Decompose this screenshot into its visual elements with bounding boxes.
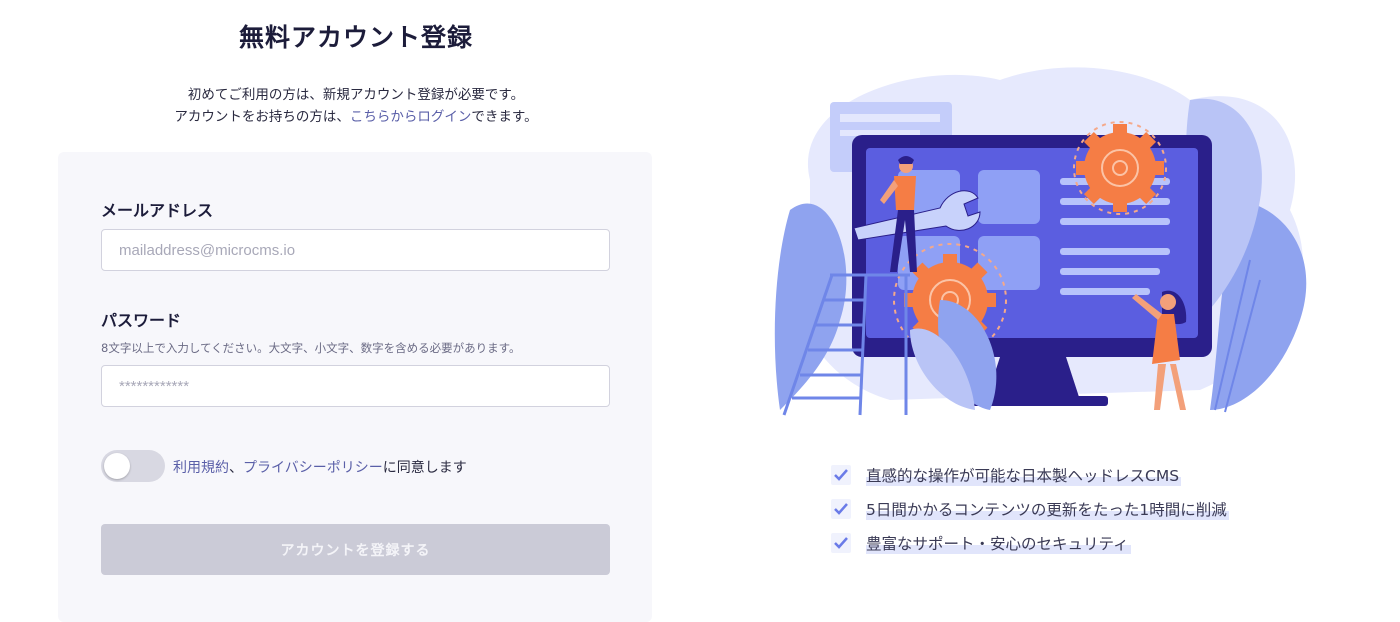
register-account-button[interactable]: アカウントを登録する [101, 524, 610, 575]
floating-window-bar [840, 114, 940, 122]
checkbox-checked-icon [831, 499, 851, 519]
terms-link[interactable]: 利用規約 [173, 460, 229, 476]
monitor-stand [986, 357, 1080, 400]
intro-line-2-prefix: アカウントをお持ちの方は、 [174, 109, 350, 125]
password-label: パスワード [101, 311, 182, 330]
cms-illustration [774, 67, 1307, 416]
terms-agree-toggle[interactable] [101, 450, 165, 482]
email-field[interactable] [101, 229, 610, 271]
login-link[interactable]: こちらからログイン [350, 109, 472, 125]
toggle-knob [104, 453, 130, 479]
screen-line [1060, 288, 1150, 295]
terms-agree-text: 利用規約、プライバシーポリシーに同意します [173, 457, 467, 477]
screen-tile [978, 236, 1040, 290]
intro-text: 初めてご利用の方は、新規アカウント登録が必要です。 アカウントをお持ちの方は、こ… [0, 84, 712, 128]
password-field[interactable] [101, 365, 610, 407]
screen-line [1060, 218, 1170, 225]
signup-form-card: メールアドレス パスワード 8文字以上で入力してください。大文字、小文字、数字を… [58, 152, 652, 622]
left-leaf [774, 203, 847, 410]
feature-item: 豊富なサポート・安心のセキュリティ [830, 526, 1229, 560]
checkbox-checked-icon [831, 533, 851, 553]
feature-item: 直感的な操作が可能な日本製ヘッドレスCMS [830, 458, 1229, 492]
terms-separator: 、 [229, 460, 243, 476]
agree-suffix: に同意します [382, 460, 467, 476]
signup-panel: 無料アカウント登録 初めてご利用の方は、新規アカウント登録が必要です。 アカウン… [0, 0, 712, 622]
screen-line [1060, 248, 1170, 255]
checkbox-checked-icon [831, 465, 851, 485]
intro-line-2-suffix: できます。 [471, 109, 538, 125]
gear-top [1073, 121, 1167, 215]
feature-text: 直感的な操作が可能な日本製ヘッドレスCMS [866, 464, 1182, 486]
feature-item: 5日間かかるコンテンツの更新をたった1時間に削減 [830, 492, 1229, 526]
intro-line-1: 初めてご利用の方は、新規アカウント登録が必要です。 [187, 87, 525, 103]
screen-line [1060, 268, 1160, 275]
intro-line-2: アカウントをお持ちの方は、こちらからログインできます。 [0, 106, 712, 128]
screen-tile [978, 170, 1040, 224]
password-hint: 8文字以上で入力してください。大文字、小文字、数字を含める必要があります。 [101, 341, 521, 355]
feature-text: 5日間かかるコンテンツの更新をたった1時間に削減 [866, 498, 1229, 520]
feature-list: 直感的な操作が可能な日本製ヘッドレスCMS 5日間かかるコンテンツの更新をたった… [830, 458, 1229, 560]
privacy-policy-link[interactable]: プライバシーポリシー [243, 460, 383, 476]
page-title: 無料アカウント登録 [238, 23, 473, 52]
email-label: メールアドレス [101, 201, 214, 220]
feature-text: 豊富なサポート・安心のセキュリティ [866, 532, 1131, 554]
